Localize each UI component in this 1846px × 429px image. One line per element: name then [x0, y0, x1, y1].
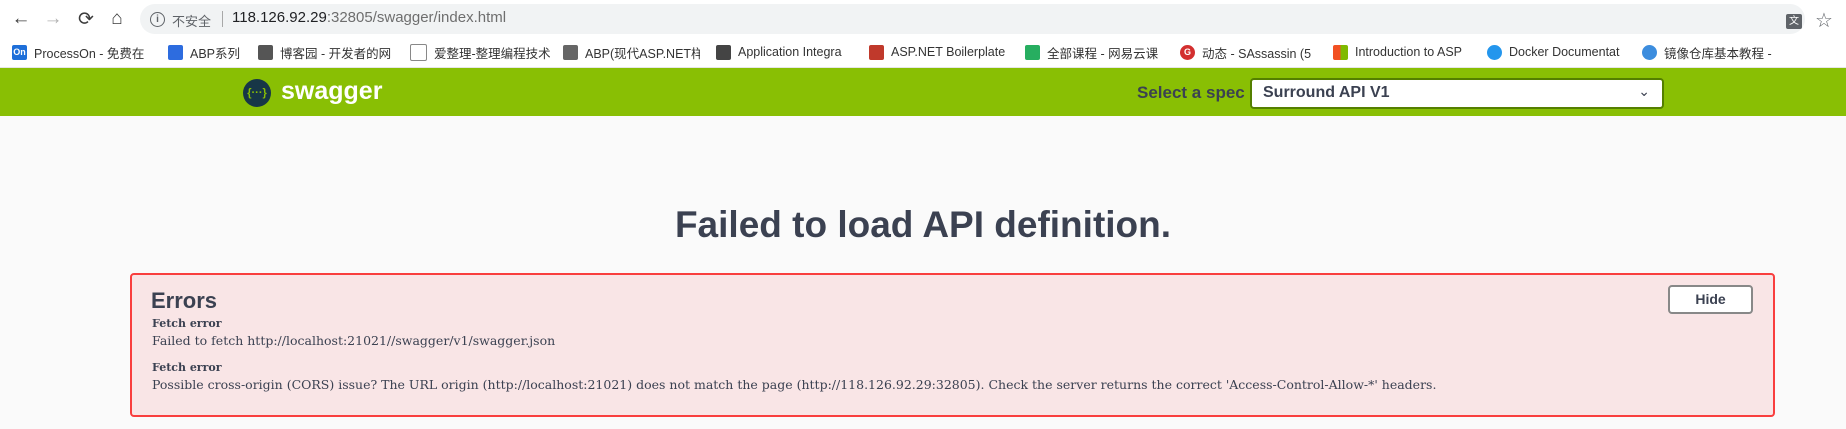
swagger-logo-text[interactable]: swagger [281, 77, 382, 106]
bookmark-label: ABP(现代ASP.NET样 [585, 46, 700, 61]
forward-button[interactable]: → [40, 6, 66, 32]
bookmark-label: Application Integra [738, 45, 842, 59]
bookmark-item[interactable]: Application Integra [716, 43, 856, 61]
bookmark-label: Docker Documentat [1509, 45, 1620, 59]
spec-select-value: Surround API V1 [1263, 84, 1390, 101]
bookmark-label: ASP.NET Boilerplate [891, 45, 1006, 59]
error-heading: Fetch error [152, 317, 222, 330]
bookmark-item[interactable]: On ProcessOn - 免费在 [12, 43, 150, 61]
netease-icon [1025, 44, 1040, 60]
bookmark-item[interactable]: 镜像仓库基本教程 - [1642, 43, 1782, 61]
page-icon [410, 43, 427, 61]
bookmark-item[interactable]: ABP系列 [168, 43, 244, 61]
reload-icon: ⟳ [78, 8, 94, 30]
home-icon: ⌂ [111, 8, 123, 29]
swagger-logo-icon[interactable]: {···} [243, 79, 271, 107]
url-text[interactable]: 118.126.92.29:32805/swagger/index.html [232, 9, 506, 26]
gitee-icon: G [1180, 44, 1195, 60]
spec-select[interactable]: Surround API V1 ⌄ [1250, 78, 1664, 109]
error-message: Failed to fetch http://localhost:21021//… [152, 333, 556, 348]
hide-button[interactable]: Hide [1668, 285, 1753, 314]
grid-icon [716, 44, 731, 60]
cnblogs-icon [258, 44, 273, 60]
bookmark-label: ProcessOn - 免费在 [34, 46, 145, 61]
docker-icon [1487, 44, 1502, 60]
url-host: 118.126.92.29 [232, 9, 327, 26]
abp-icon [168, 44, 183, 60]
bookmark-item[interactable]: 博客园 - 开发者的网 [258, 43, 398, 61]
translate-icon[interactable]: 文 [1786, 14, 1802, 29]
bookmark-label: 博客园 - 开发者的网 [280, 46, 392, 61]
bookmark-item[interactable]: Introduction to ASP [1333, 43, 1473, 61]
spec-select-label: Select a spec [1137, 83, 1245, 102]
bookmark-item[interactable]: 爱整理-整理编程技术 [410, 43, 550, 61]
bookmark-item[interactable]: 全部课程 - 网易云课 [1025, 43, 1165, 61]
url-path: :32805/swagger/index.html [326, 9, 507, 26]
errors-title: Errors [151, 288, 218, 313]
aspnet-icon [869, 44, 884, 60]
forward-arrow-icon: → [43, 8, 63, 29]
address-bar[interactable]: i 不安全 118.126.92.29:32805/swagger/index.… [140, 4, 1833, 34]
errors-panel: Errors Hide Fetch error Failed to fetch … [130, 273, 1775, 417]
home-button[interactable]: ⌂ [104, 6, 130, 32]
browser-toolbar: ← → ⟳ ⌂ i 不安全 118.126.92.29:32805/swagge… [0, 0, 1846, 37]
back-arrow-icon: ← [11, 8, 31, 29]
cloud-icon [1642, 44, 1657, 60]
info-icon[interactable]: i [150, 12, 165, 27]
microsoft-icon [1333, 44, 1348, 60]
bookmark-label: Introduction to ASP [1355, 45, 1463, 59]
security-label[interactable]: 不安全 [172, 11, 211, 30]
bookmark-item[interactable]: G 动态 - SAssassin (5 [1180, 43, 1320, 61]
bookmark-label: 爱整理-整理编程技术 [434, 46, 550, 61]
bookmark-label: ABP系列 [190, 46, 241, 61]
bookmark-item[interactable]: ABP(现代ASP.NET样 [563, 43, 700, 61]
bookmarks-bar: On ProcessOn - 免费在 ABP系列 博客园 - 开发者的网 爱整理-… [0, 37, 1846, 68]
bookmark-item[interactable]: ASP.NET Boilerplate [869, 43, 1009, 61]
bookmark-label: 动态 - SAssassin (5 [1202, 46, 1312, 61]
swagger-topbar: {···} swagger Select a spec Surround API… [0, 68, 1846, 116]
back-button[interactable]: ← [8, 6, 34, 32]
abp-doc-icon [563, 44, 578, 60]
reload-button[interactable]: ⟳ [73, 6, 99, 32]
error-message: Possible cross-origin (CORS) issue? The … [152, 377, 1437, 392]
processon-icon: On [12, 44, 27, 60]
bookmark-star-icon[interactable]: ☆ [1815, 8, 1833, 33]
error-heading: Fetch error [152, 361, 222, 374]
bookmark-label: 全部课程 - 网易云课 [1047, 46, 1159, 61]
bookmark-label: 镜像仓库基本教程 - [1664, 46, 1772, 61]
page-title: Failed to load API definition. [674, 204, 1172, 245]
chevron-down-icon: ⌄ [1638, 83, 1650, 99]
address-separator [222, 11, 223, 27]
bookmark-item[interactable]: Docker Documentat [1487, 43, 1627, 61]
